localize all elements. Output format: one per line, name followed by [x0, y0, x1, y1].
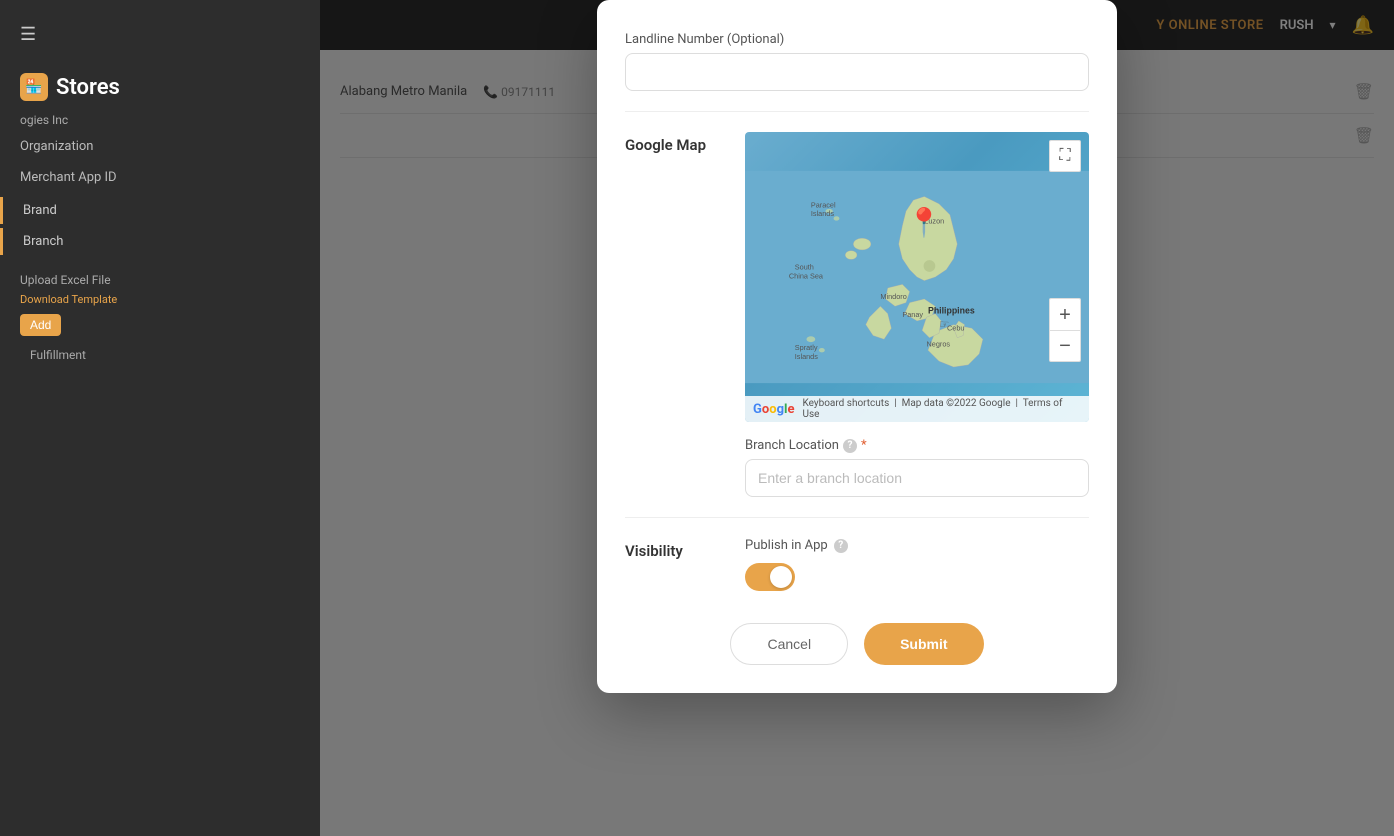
- svg-text:Spratly: Spratly: [795, 343, 818, 352]
- svg-text:☞: ☞: [939, 317, 950, 331]
- svg-text:Negros: Negros: [927, 340, 951, 349]
- svg-text:Islands: Islands: [811, 209, 834, 218]
- sidebar-upload: Upload Excel File: [0, 267, 320, 293]
- map-controls: ⛶: [1049, 140, 1081, 172]
- map-fullscreen-btn[interactable]: ⛶: [1049, 140, 1081, 172]
- keyboard-shortcut-link[interactable]: Keyboard shortcuts: [802, 398, 889, 409]
- visibility-label: Visibility: [625, 538, 725, 560]
- publish-help-icon[interactable]: ?: [834, 539, 848, 553]
- map-svg: Paracel Islands Luzon South China Sea Mi…: [745, 132, 1089, 422]
- map-footer-links: Keyboard shortcuts | Map data ©2022 Goog…: [802, 398, 1081, 420]
- required-star: *: [861, 438, 867, 453]
- modal-footer: Cancel Submit: [625, 615, 1089, 665]
- divider-1: [625, 111, 1089, 112]
- publish-toggle[interactable]: [745, 563, 795, 591]
- branch-location-section: Branch Location ? *: [745, 438, 1089, 497]
- svg-text:Islands: Islands: [795, 352, 818, 361]
- hamburger-icon[interactable]: ☰: [20, 24, 36, 45]
- branch-location-input[interactable]: [745, 459, 1089, 497]
- svg-text:Mindoro: Mindoro: [880, 292, 906, 301]
- modal-dialog: Landline Number (Optional) Google Map: [597, 0, 1117, 693]
- map-container: Paracel Islands Luzon South China Sea Mi…: [745, 132, 1089, 497]
- svg-text:Paracel: Paracel: [811, 200, 836, 209]
- sidebar-merchant-section[interactable]: Merchant App ID: [0, 162, 320, 193]
- sidebar-org-section[interactable]: Organization: [0, 131, 320, 162]
- sidebar-brand-label[interactable]: Brand: [0, 197, 320, 224]
- branch-location-label: Branch Location: [745, 438, 839, 453]
- map-zoom-out-btn[interactable]: −: [1049, 330, 1081, 362]
- map-zoom-in-btn[interactable]: +: [1049, 298, 1081, 330]
- branch-location-help-icon[interactable]: ?: [843, 439, 857, 453]
- map-data-text: Map data ©2022 Google: [902, 398, 1011, 409]
- stores-title-row: 🏪 Stores: [0, 65, 320, 109]
- svg-text:Philippines: Philippines: [928, 306, 975, 316]
- toggle-thumb: [770, 566, 792, 588]
- cancel-button[interactable]: Cancel: [730, 623, 848, 665]
- sidebar-fulfillment: Fulfillment: [0, 344, 320, 366]
- toggle-track: [745, 563, 795, 591]
- modal-overlay: Landline Number (Optional) Google Map: [320, 0, 1394, 836]
- sidebar-add-btn[interactable]: Add: [20, 314, 61, 336]
- landline-input[interactable]: [625, 53, 1089, 91]
- stores-title: Stores: [56, 75, 120, 100]
- svg-text:South: South: [795, 263, 814, 272]
- visibility-section: Visibility Publish in App ?: [625, 538, 1089, 591]
- publish-label-row: Publish in App ?: [745, 538, 1089, 553]
- map-pin: 📍: [906, 206, 941, 239]
- map-image[interactable]: Paracel Islands Luzon South China Sea Mi…: [745, 132, 1089, 422]
- map-section-label: Google Map: [625, 132, 725, 154]
- publish-group: Publish in App ?: [745, 538, 1089, 591]
- publish-in-app-label: Publish in App: [745, 538, 828, 553]
- landline-group: Landline Number (Optional): [625, 32, 1089, 91]
- main-content: Y ONLINE STORE RUSH ▾ 🔔 Alabang Metro Ma…: [320, 0, 1394, 836]
- svg-text:China Sea: China Sea: [789, 271, 824, 280]
- stores-icon: 🏪: [20, 73, 48, 101]
- submit-button[interactable]: Submit: [864, 623, 983, 665]
- sidebar-org: ogies Inc: [0, 109, 320, 131]
- branch-location-label-row: Branch Location ? *: [745, 438, 1089, 453]
- google-logo: Google: [753, 402, 794, 417]
- map-section: Google Map: [625, 132, 1089, 497]
- divider-2: [625, 517, 1089, 518]
- map-zoom-controls: + −: [1049, 298, 1081, 362]
- sidebar-header: ☰: [0, 16, 320, 65]
- landline-label: Landline Number (Optional): [625, 32, 1089, 47]
- sidebar: ☰ 🏪 Stores ogies Inc Organization Mercha…: [0, 0, 320, 836]
- svg-text:Cebu: Cebu: [947, 323, 964, 332]
- svg-text:Panay: Panay: [902, 310, 923, 319]
- map-footer: Google Keyboard shortcuts | Map data ©20…: [745, 396, 1089, 422]
- sidebar-branch-label[interactable]: Branch: [0, 228, 320, 255]
- sidebar-item-text: [0, 259, 320, 267]
- sidebar-download-template[interactable]: Download Template: [0, 293, 320, 306]
